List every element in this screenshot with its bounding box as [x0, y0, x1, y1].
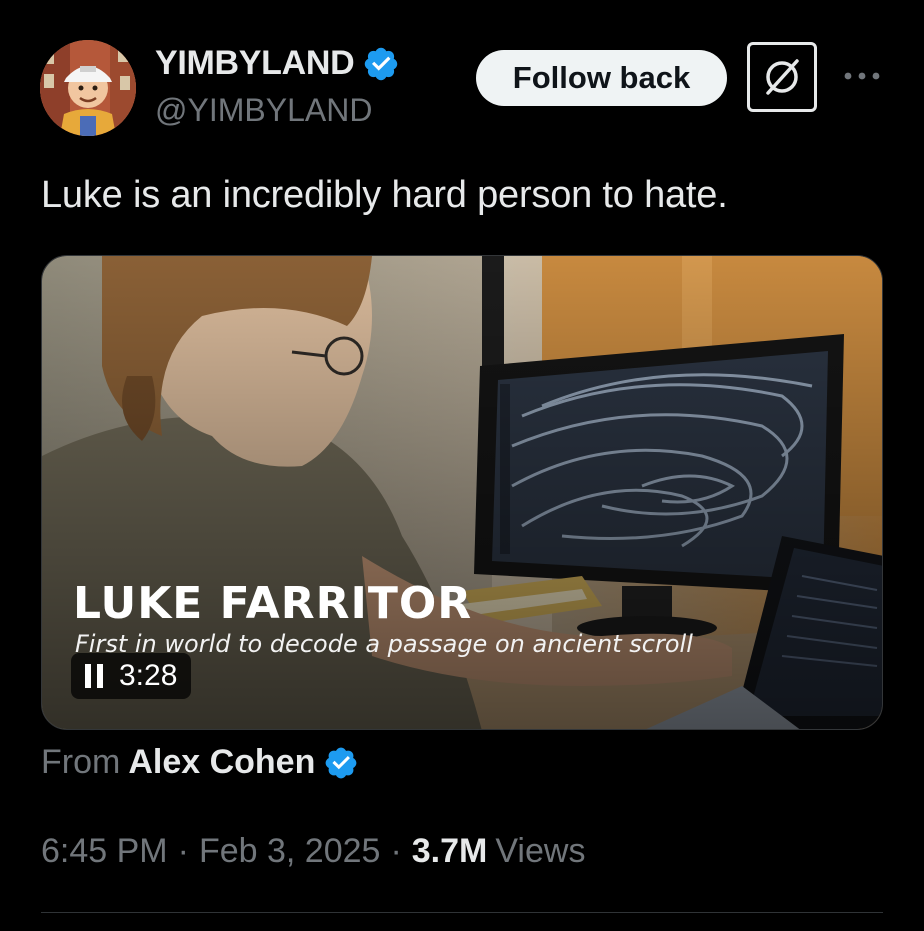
- avatar-image: [40, 40, 136, 136]
- verified-badge-icon: [326, 747, 357, 778]
- video-overlay-title: LUKE FARRITOR: [73, 578, 473, 629]
- attribution-name[interactable]: Alex Cohen: [128, 743, 315, 782]
- pause-icon[interactable]: [85, 664, 105, 688]
- from-label: From: [41, 743, 121, 781]
- verified-badge-icon[interactable]: [362, 45, 400, 83]
- more-horizontal-icon: [844, 72, 880, 80]
- meta-separator: ·: [390, 832, 402, 870]
- grok-button[interactable]: [747, 42, 817, 112]
- follow-back-button[interactable]: Follow back: [476, 50, 727, 106]
- meta-separator: ·: [177, 832, 189, 870]
- video-duration: 3:28: [119, 659, 178, 692]
- author-avatar[interactable]: [40, 40, 136, 136]
- author-display-name[interactable]: YIMBYLAND: [155, 44, 355, 83]
- tweet-text: Luke is an incredibly hard person to hat…: [41, 174, 728, 216]
- views-count: 3.7M: [411, 832, 488, 870]
- tweet-date[interactable]: Feb 3, 2025: [199, 832, 380, 871]
- tweet-time[interactable]: 6:45 PM: [41, 832, 168, 871]
- video-player[interactable]: LUKE FARRITOR First in world to decode a…: [41, 255, 883, 730]
- divider: [41, 912, 883, 913]
- tweet-meta: 6:45 PM · Feb 3, 2025 · 3.7M Views: [41, 832, 585, 871]
- more-options-button[interactable]: [842, 62, 882, 90]
- author-name-row: YIMBYLAND: [155, 44, 400, 83]
- video-control-pill[interactable]: 3:28: [71, 653, 192, 699]
- grok-icon: [766, 59, 799, 95]
- views-label: Views: [495, 832, 586, 870]
- video-attribution: From Alex Cohen: [41, 743, 359, 782]
- author-handle[interactable]: @YIMBYLAND: [155, 92, 372, 129]
